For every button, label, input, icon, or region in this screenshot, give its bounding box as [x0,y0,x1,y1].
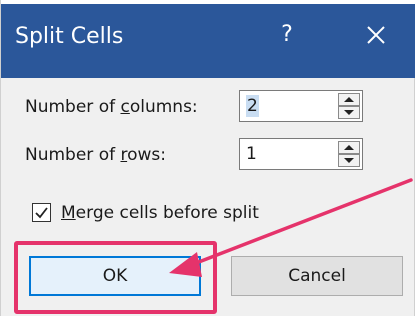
cancel-button[interactable]: Cancel [231,256,403,296]
dialog-title: Split Cells [15,24,124,49]
split-cells-dialog: Split Cells ? Number of columns: 2 Numbe… [0,0,415,316]
columns-decrement-button[interactable] [338,106,360,119]
rows-decrement-button[interactable] [338,154,360,167]
merge-label-accel: M [61,203,76,223]
rows-label: Number of rows: [25,144,166,166]
chevron-down-icon [344,158,354,163]
checkmark-icon [35,207,48,219]
columns-label-accel: c [120,97,130,117]
columns-label-post: olumns: [129,97,198,117]
close-button[interactable] [361,20,391,50]
title-bar: Split Cells ? [1,0,415,78]
merge-checkbox[interactable] [32,203,51,222]
merge-label-post: erge cells before split [75,203,259,223]
columns-value[interactable]: 2 [246,95,259,117]
columns-spinbox[interactable]: 2 [239,90,363,122]
columns-spin-buttons [338,93,360,119]
ok-button[interactable]: OK [29,256,201,296]
rows-value[interactable]: 1 [246,143,257,165]
columns-increment-button[interactable] [338,93,360,106]
rows-label-pre: Number of [25,145,121,165]
top-edge [1,0,415,4]
chevron-up-icon [344,97,354,102]
close-icon [367,26,385,44]
rows-spin-buttons [338,141,360,167]
chevron-down-icon [344,110,354,115]
columns-label-pre: Number of [25,97,121,117]
rows-label-post: ows: [127,145,166,165]
columns-label: Number of columns: [25,96,198,118]
rows-spinbox[interactable]: 1 [239,138,363,170]
chevron-up-icon [344,145,354,150]
help-button[interactable]: ? [275,20,299,50]
merge-label[interactable]: Merge cells before split [61,202,259,224]
rows-increment-button[interactable] [338,141,360,154]
